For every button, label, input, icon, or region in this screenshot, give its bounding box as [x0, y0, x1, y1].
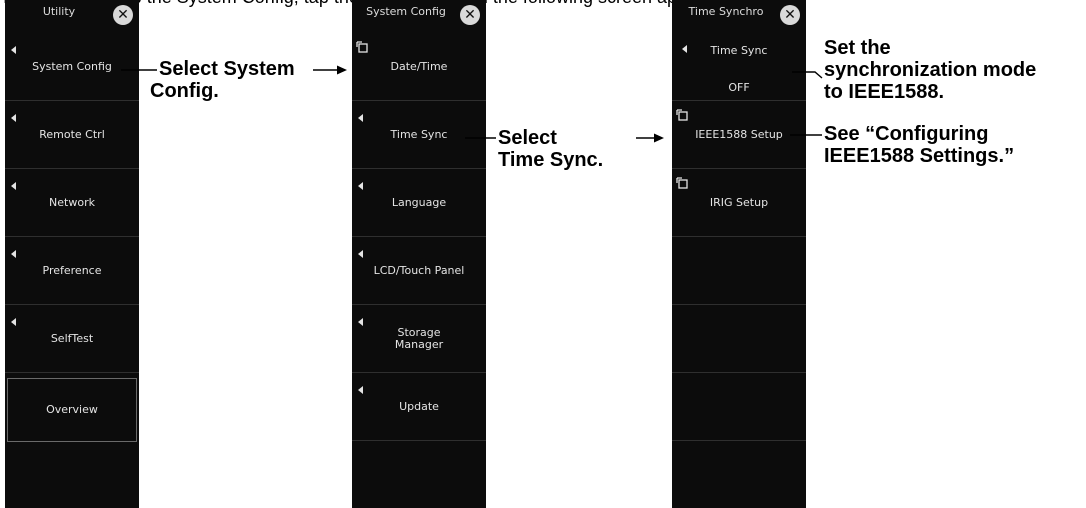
arrowhead-icon	[654, 133, 664, 143]
annotation-lines	[121, 65, 823, 143]
leader-line	[792, 71, 823, 79]
arrowhead-icon	[337, 65, 347, 75]
